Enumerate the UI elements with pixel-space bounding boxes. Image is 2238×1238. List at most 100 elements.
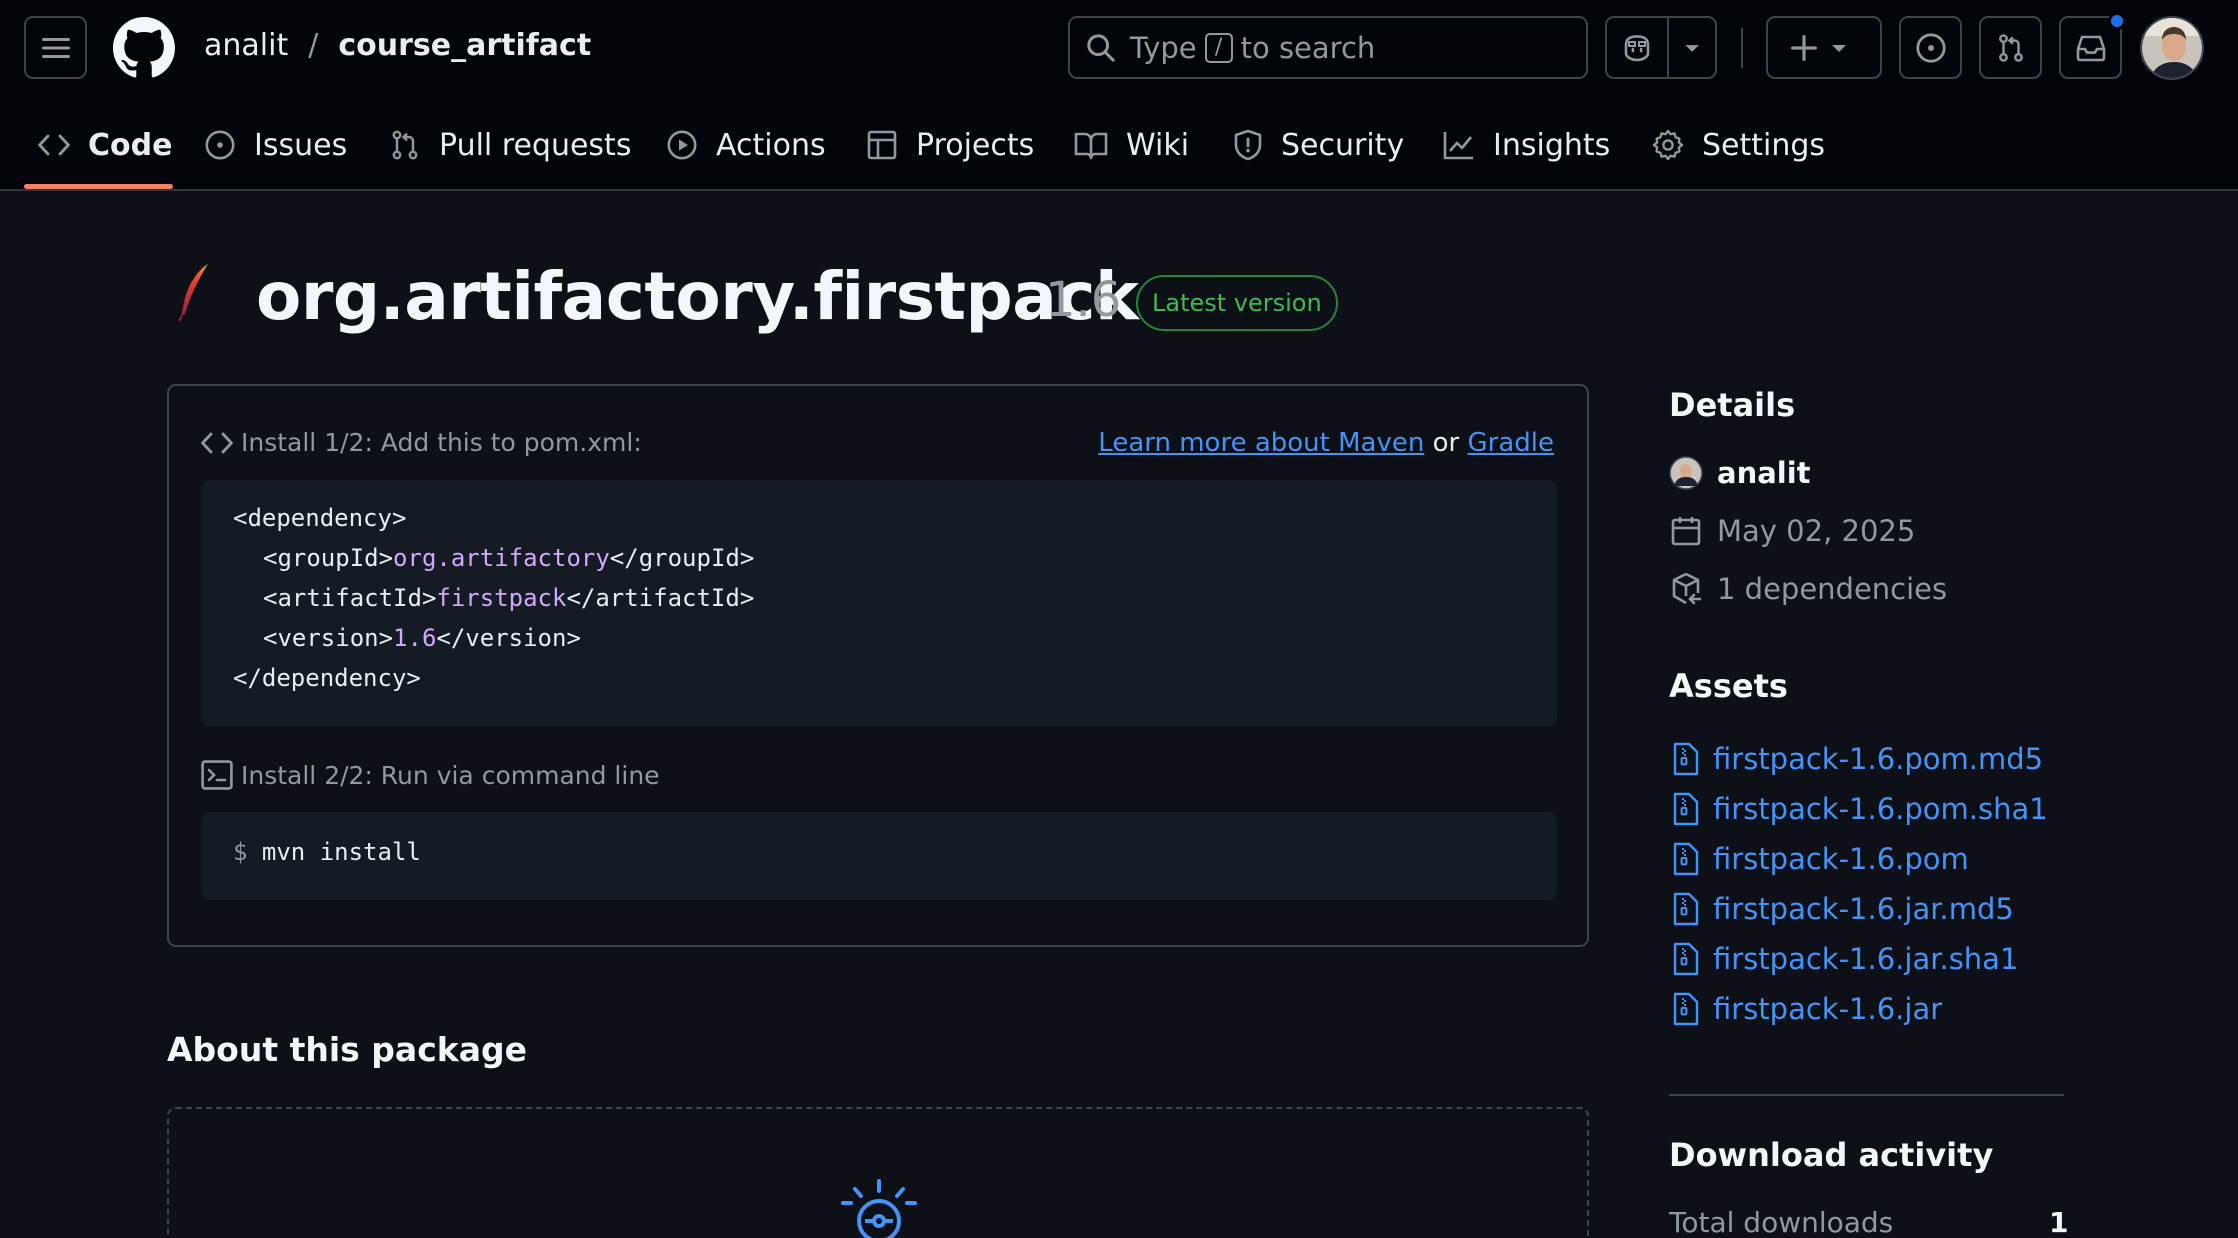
install-step-2-label: Install 2/2: Run via command line — [241, 760, 660, 790]
file-zip-icon — [1673, 942, 1699, 976]
pom-snippet[interactable]: <dependency> <groupId>org.artifactory</g… — [201, 480, 1557, 726]
file-zip-icon — [1673, 842, 1699, 876]
install-step-1: Install 1/2: Add this to pom.xml: — [201, 428, 642, 457]
details-date: May 02, 2025 — [1669, 511, 1915, 551]
issues-button[interactable] — [1899, 16, 1962, 79]
asset-link[interactable]: firstpack-1.6.pom.md5 — [1673, 739, 2043, 779]
asset-link[interactable]: firstpack-1.6.jar.md5 — [1673, 889, 2014, 929]
learn-more: Learn more about Maven or Gradle — [1098, 428, 1554, 458]
pull-requests-button[interactable] — [1979, 16, 2042, 79]
details-dependencies: 1 dependencies — [1669, 569, 1947, 609]
about-heading: About this package — [167, 1030, 527, 1069]
header-divider — [1741, 28, 1743, 68]
tab-code-label: Code — [88, 127, 173, 163]
asset-link[interactable]: firstpack-1.6.pom.sha1 — [1673, 789, 2048, 829]
issue-icon — [1915, 32, 1946, 63]
asset-link[interactable]: firstpack-1.6.jar.sha1 — [1673, 939, 2018, 979]
learn-gradle-link[interactable]: Gradle — [1468, 428, 1555, 458]
copilot-button[interactable] — [1605, 16, 1717, 79]
details-heading: Details — [1669, 386, 1796, 424]
details-user[interactable]: analit — [1669, 453, 1811, 493]
breadcrumb-separator: / — [308, 28, 319, 63]
tab-wiki-label: Wiki — [1126, 127, 1190, 163]
tab-actions[interactable]: Actions — [666, 120, 826, 170]
breadcrumb: analit / course_artifact — [204, 28, 591, 63]
file-zip-icon — [1673, 742, 1699, 776]
code-line: <version>1.6</version> — [263, 624, 581, 652]
install-step-2: Install 2/2: Run via command line — [201, 760, 660, 790]
about-empty-state — [167, 1107, 1589, 1238]
tab-wiki[interactable]: Wiki — [1074, 120, 1189, 170]
app-header: analit / course_artifact Type / to searc… — [0, 0, 2238, 191]
copilot-icon — [1607, 18, 1669, 77]
maven-feather-icon — [176, 262, 212, 322]
learn-or: or — [1432, 428, 1460, 458]
package-version: 1.6 — [1045, 272, 1122, 328]
calendar-icon — [1671, 517, 1701, 546]
book-icon — [1074, 132, 1108, 160]
breadcrumb-repo[interactable]: course_artifact — [338, 28, 591, 63]
notification-dot — [2108, 12, 2126, 30]
tab-pull-requests-label: Pull requests — [439, 127, 632, 163]
menu-button[interactable] — [24, 16, 87, 79]
details-dependencies-text: 1 dependencies — [1717, 572, 1948, 606]
package-title: org.artifactory.firstpack — [256, 258, 1139, 335]
terminal-icon — [201, 760, 233, 790]
chevron-down-icon — [1685, 44, 1699, 52]
download-activity-heading: Download activity — [1669, 1136, 1994, 1174]
asset-link[interactable]: firstpack-1.6.pom — [1673, 839, 1969, 879]
code-icon — [201, 432, 233, 453]
details-user-name: analit — [1717, 456, 1811, 490]
inbox-icon — [2076, 35, 2105, 61]
file-zip-icon — [1673, 992, 1699, 1026]
plus-icon — [1791, 34, 1817, 61]
lightbulb-icon — [829, 1179, 929, 1238]
pull-request-icon — [392, 130, 418, 160]
tab-issues-label: Issues — [254, 127, 348, 163]
create-new-button[interactable] — [1766, 16, 1882, 79]
package-dependencies-icon — [1672, 572, 1702, 605]
code-line: <groupId>org.artifactory</groupId> — [263, 544, 755, 572]
gear-icon — [1652, 129, 1684, 161]
tab-settings[interactable]: Settings — [1652, 120, 1825, 170]
avatar — [1669, 456, 1703, 490]
github-logo-icon[interactable] — [113, 17, 175, 79]
tab-projects-label: Projects — [916, 127, 1035, 163]
tab-security-label: Security — [1281, 127, 1405, 163]
active-tab-indicator — [24, 184, 173, 189]
tab-projects[interactable]: Projects — [866, 120, 1034, 170]
tab-settings-label: Settings — [1702, 127, 1826, 163]
learn-maven-link[interactable]: Learn more about Maven — [1098, 428, 1424, 458]
pull-request-icon — [1998, 33, 2023, 62]
tab-code[interactable]: Code — [38, 120, 172, 170]
command-snippet[interactable]: $ mvn install — [201, 812, 1557, 900]
tab-security[interactable]: Security — [1233, 120, 1404, 170]
tab-issues[interactable]: Issues — [204, 120, 347, 170]
sidebar-divider — [1669, 1094, 2064, 1096]
code-icon — [38, 134, 70, 156]
user-avatar[interactable] — [2140, 16, 2204, 80]
tab-insights[interactable]: Insights — [1443, 120, 1610, 170]
search-input[interactable]: Type / to search — [1068, 16, 1588, 79]
install-step-1-label: Install 1/2: Add this to pom.xml: — [241, 428, 642, 457]
total-downloads-value: 1 — [2049, 1206, 2069, 1238]
file-zip-icon — [1673, 792, 1699, 826]
code-line: $ mvn install — [233, 838, 421, 866]
install-panel: Install 1/2: Add this to pom.xml: Learn … — [167, 384, 1589, 947]
assets-heading: Assets — [1669, 667, 1788, 705]
code-line: </dependency> — [233, 664, 421, 692]
details-date-text: May 02, 2025 — [1717, 514, 1916, 548]
tab-pull-requests[interactable]: Pull requests — [389, 120, 631, 170]
hamburger-icon — [41, 37, 70, 58]
issue-icon — [205, 130, 235, 160]
chevron-down-icon — [1832, 44, 1846, 52]
search-placeholder-suffix: to search — [1240, 30, 1376, 65]
shield-icon — [1234, 129, 1262, 161]
total-downloads-label: Total downloads — [1669, 1206, 1894, 1238]
search-icon — [1087, 33, 1115, 62]
asset-link[interactable]: firstpack-1.6.jar — [1673, 989, 1942, 1029]
tab-actions-label: Actions — [716, 127, 826, 163]
breadcrumb-owner[interactable]: analit — [204, 28, 288, 63]
search-placeholder-prefix: Type — [1130, 30, 1197, 65]
search-shortcut-key: / — [1204, 32, 1233, 63]
